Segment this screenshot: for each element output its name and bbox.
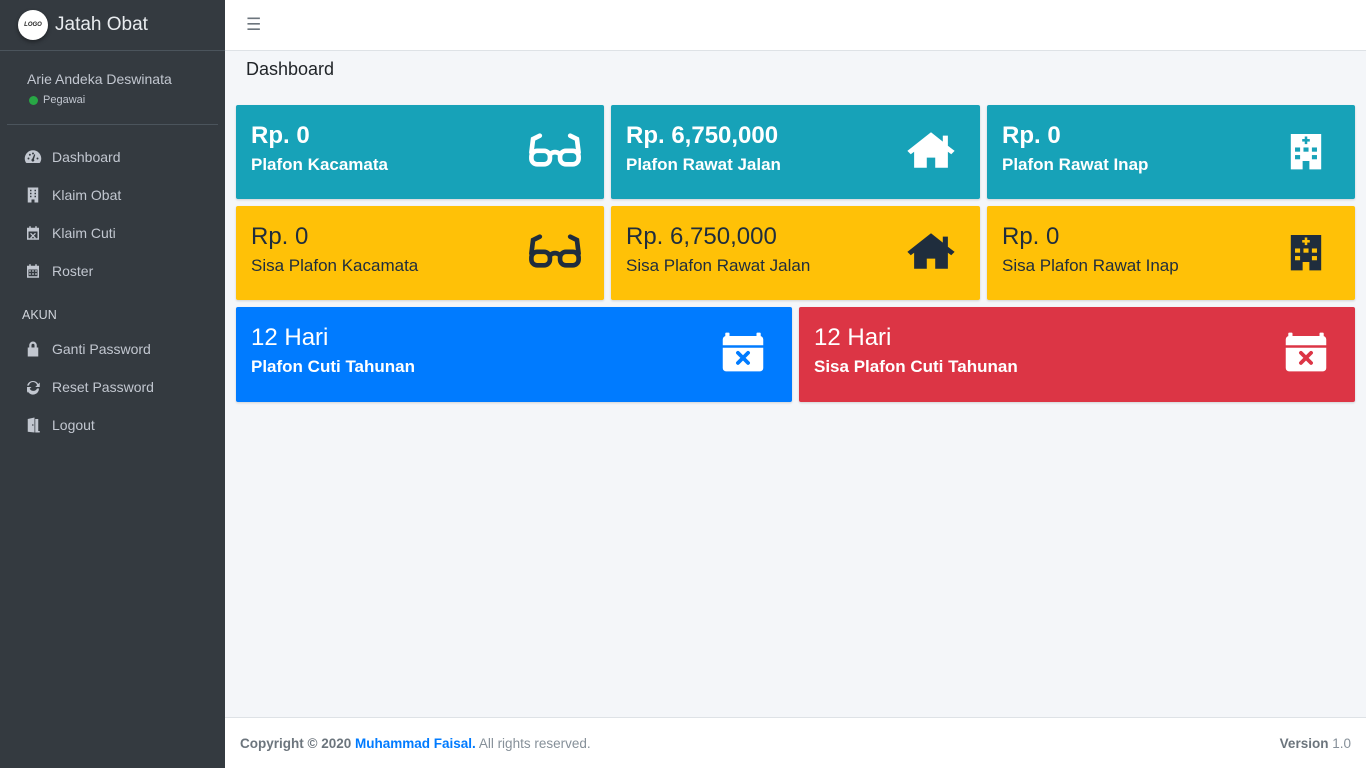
hospital-icon bbox=[1290, 133, 1322, 170]
home-icon bbox=[907, 233, 955, 269]
sidebar-item-label: Dashboard bbox=[52, 149, 121, 165]
building-icon bbox=[27, 187, 39, 203]
info-box-sisa-plafon-kacamata: Rp. 0 Sisa Plafon Kacamata bbox=[236, 206, 604, 300]
sync-icon bbox=[27, 380, 40, 395]
door-open-icon bbox=[26, 417, 40, 433]
copyright-text: Copyright © 2020 bbox=[240, 735, 352, 751]
sidebar-item-roster[interactable]: Roster bbox=[0, 252, 225, 290]
brand-link[interactable]: LOGO Jatah Obat bbox=[0, 0, 225, 51]
sidebar-item-label: Roster bbox=[52, 263, 94, 279]
sidebar-item-klaim-cuti[interactable]: Klaim Cuti bbox=[0, 214, 225, 252]
info-box-sisa-plafon-rawat-inap: Rp. 0 Sisa Plafon Rawat Inap bbox=[987, 206, 1355, 300]
sidebar-item-dashboard[interactable]: Dashboard bbox=[0, 138, 225, 176]
version-number: 1.0 bbox=[1332, 735, 1351, 751]
sidebar: LOGO Jatah Obat Arie Andeka Deswinata Pe… bbox=[0, 0, 225, 768]
info-box-sisa-plafon-rawat-jalan: Rp. 6,750,000 Sisa Plafon Rawat Jalan bbox=[611, 206, 980, 300]
sidebar-item-label: Ganti Password bbox=[52, 341, 151, 357]
nav-header-akun: AKUN bbox=[22, 308, 57, 322]
sidebar-item-label: Klaim Obat bbox=[52, 187, 122, 203]
calendar-times-icon bbox=[722, 332, 764, 372]
rights-text: All rights reserved. bbox=[478, 735, 591, 751]
lock-icon bbox=[27, 341, 39, 357]
hospital-icon bbox=[1290, 234, 1322, 271]
brand-logo: LOGO bbox=[18, 10, 48, 40]
user-status: Pegawai bbox=[27, 94, 218, 106]
sidebar-item-reset-password[interactable]: Reset Password bbox=[0, 368, 225, 406]
info-box-plafon-kacamata: Rp. 0 Plafon Kacamata bbox=[236, 105, 604, 199]
info-box-plafon-cuti-tahunan: 12 Hari Plafon Cuti Tahunan bbox=[236, 307, 792, 402]
sidebar-item-label: Logout bbox=[52, 417, 95, 433]
user-panel: Arie Andeka Deswinata Pegawai bbox=[7, 51, 218, 125]
glasses-icon bbox=[529, 234, 581, 268]
sidebar-item-klaim-obat[interactable]: Klaim Obat bbox=[0, 176, 225, 214]
box-label: Sisa Plafon Cuti Tahunan bbox=[814, 357, 1018, 376]
sidebar-item-logout[interactable]: Logout bbox=[0, 406, 225, 444]
box-amount: 12 Hari bbox=[251, 324, 329, 351]
brand-title: Jatah Obat bbox=[55, 14, 148, 35]
sidebar-item-ganti-password[interactable]: Ganti Password bbox=[0, 330, 225, 368]
info-box-plafon-rawat-jalan: Rp. 6,750,000 Plafon Rawat Jalan bbox=[611, 105, 980, 199]
box-amount: 12 Hari bbox=[814, 324, 892, 351]
home-icon bbox=[907, 132, 955, 168]
tachometer-icon bbox=[24, 150, 42, 163]
calendar-times-icon bbox=[1285, 332, 1327, 372]
info-box-plafon-rawat-inap: Rp. 0 Plafon Rawat Inap bbox=[987, 105, 1355, 199]
menu-toggle-icon[interactable]: ☰ bbox=[246, 15, 261, 35]
user-role: Pegawai bbox=[43, 94, 86, 106]
sidebar-nav: Dashboard Klaim Obat Klaim Cuti Roster A… bbox=[0, 125, 225, 444]
footer-version: Version 1.0 bbox=[1280, 736, 1351, 751]
sidebar-item-label: Reset Password bbox=[52, 379, 154, 395]
glasses-icon bbox=[529, 133, 581, 167]
author-link[interactable]: Muhammad Faisal. bbox=[355, 736, 476, 751]
online-status-icon bbox=[29, 95, 38, 105]
calendar-times-icon bbox=[27, 226, 39, 240]
calendar-icon bbox=[27, 264, 39, 278]
footer-copyright: Copyright © 2020 Muhammad Faisal. All ri… bbox=[240, 736, 591, 751]
info-box-sisa-plafon-cuti-tahunan: 12 Hari Sisa Plafon Cuti Tahunan bbox=[799, 307, 1355, 402]
footer: Copyright © 2020 Muhammad Faisal. All ri… bbox=[225, 717, 1366, 768]
box-label: Plafon Cuti Tahunan bbox=[251, 357, 416, 376]
page-title: Dashboard bbox=[246, 59, 335, 79]
top-navbar: ☰ bbox=[225, 0, 1366, 51]
sidebar-item-label: Klaim Cuti bbox=[52, 225, 116, 241]
user-name[interactable]: Arie Andeka Deswinata bbox=[27, 71, 218, 87]
version-label: Version bbox=[1279, 735, 1329, 751]
